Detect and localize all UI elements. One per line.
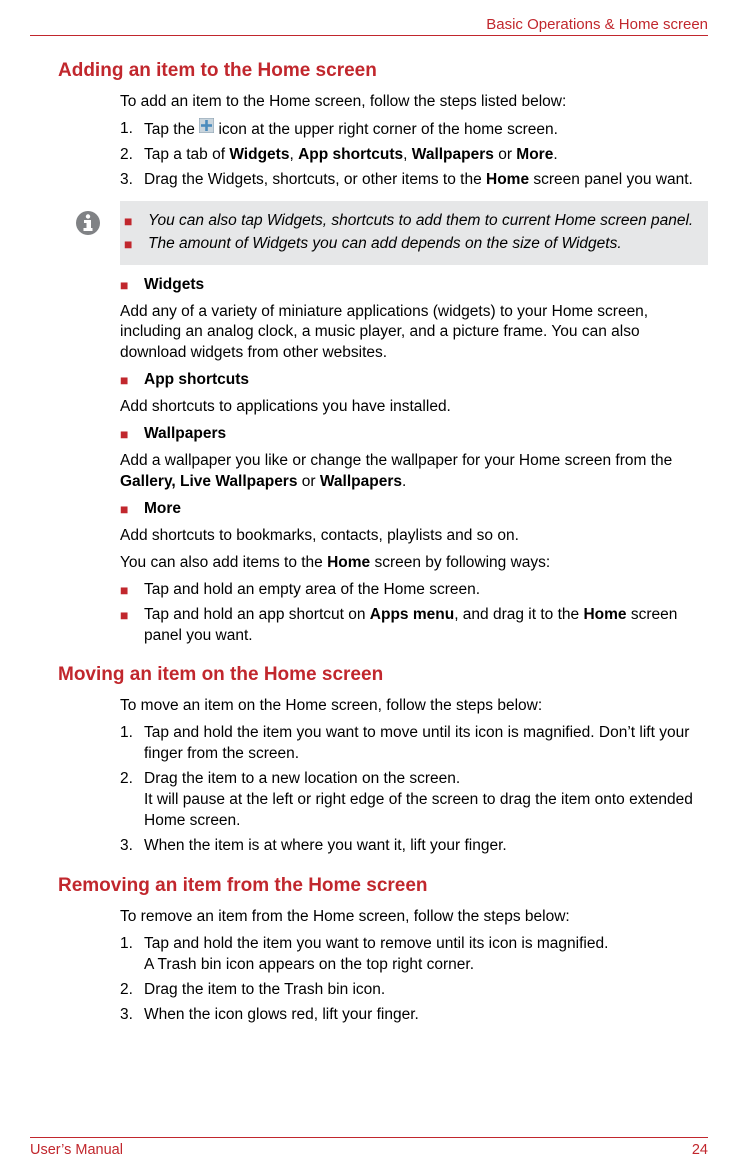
- intro-b: To move an item on the Home screen, foll…: [120, 696, 708, 717]
- square-bullet-icon: ■: [124, 234, 148, 255]
- content: Adding an item to the Home screen To add…: [30, 60, 708, 1025]
- info-icon-wrap: [56, 201, 120, 265]
- square-bullet-icon: ■: [120, 370, 144, 391]
- sub-more: ■More: [120, 499, 708, 520]
- step-a2: 2. Tap a tab of Widgets, App shortcuts, …: [120, 145, 708, 166]
- sub-widgets-p: Add any of a variety of miniature applic…: [120, 302, 708, 365]
- info-box: ■ You can also tap Widgets, shortcuts to…: [56, 201, 708, 265]
- square-bullet-icon: ■: [124, 211, 148, 232]
- square-bullet-icon: ■: [120, 580, 144, 601]
- section-removing-body: To remove an item from the Home screen, …: [58, 907, 708, 1026]
- info-body: ■ You can also tap Widgets, shortcuts to…: [120, 201, 708, 265]
- square-bullet-icon: ■: [120, 605, 144, 647]
- step-b3: 3.When the item is at where you want it,…: [120, 836, 708, 857]
- step-a3: 3. Drag the Widgets, shortcuts, or other…: [120, 170, 708, 191]
- square-bullet-icon: ■: [120, 275, 144, 296]
- step-c3: 3.When the icon glows red, lift your fin…: [120, 1005, 708, 1026]
- sub-wall: ■Wallpapers: [120, 424, 708, 445]
- chapter-header: Basic Operations & Home screen: [30, 16, 708, 36]
- square-bullet-icon: ■: [120, 424, 144, 445]
- note-1: ■ You can also tap Widgets, shortcuts to…: [124, 211, 698, 232]
- page-footer: User’s Manual 24: [30, 1137, 708, 1158]
- square-bullet-icon: ■: [120, 499, 144, 520]
- sub-apps: ■App shortcuts: [120, 370, 708, 391]
- page: Basic Operations & Home screen Adding an…: [0, 0, 738, 1172]
- sub-widgets: ■Widgets: [120, 275, 708, 296]
- footer-left: User’s Manual: [30, 1142, 123, 1158]
- step-b2: 2. Drag the item to a new location on th…: [120, 769, 708, 832]
- section-adding-subs: ■Widgets Add any of a variety of miniatu…: [58, 275, 708, 647]
- section-moving-body: To move an item on the Home screen, foll…: [58, 696, 708, 856]
- intro-c: To remove an item from the Home screen, …: [120, 907, 708, 928]
- intro-a: To add an item to the Home screen, follo…: [120, 92, 708, 113]
- steps-a: 1. Tap the icon at the upper right corne…: [120, 119, 708, 191]
- step-b1: 1.Tap and hold the item you want to move…: [120, 723, 708, 765]
- footer-page-number: 24: [692, 1142, 708, 1158]
- way-1: ■Tap and hold an empty area of the Home …: [120, 580, 708, 601]
- step-c1: 1. Tap and hold the item you want to rem…: [120, 934, 708, 976]
- ways-list: ■Tap and hold an empty area of the Home …: [120, 580, 708, 647]
- steps-c: 1. Tap and hold the item you want to rem…: [120, 934, 708, 1026]
- section-moving-title: Moving an item on the Home screen: [58, 664, 708, 686]
- info-icon: [74, 209, 102, 242]
- way-2: ■ Tap and hold an app shortcut on Apps m…: [120, 605, 708, 647]
- plus-icon: [199, 118, 214, 140]
- sub-apps-p: Add shortcuts to applications you have i…: [120, 397, 708, 418]
- section-adding-title: Adding an item to the Home screen: [58, 60, 708, 82]
- step-a1: 1. Tap the icon at the upper right corne…: [120, 119, 708, 141]
- section-adding-body: To add an item to the Home screen, follo…: [58, 92, 708, 191]
- section-removing-title: Removing an item from the Home screen: [58, 875, 708, 897]
- also-intro: You can also add items to the Home scree…: [120, 553, 708, 574]
- step-c2: 2.Drag the item to the Trash bin icon.: [120, 980, 708, 1001]
- sub-wall-p: Add a wallpaper you like or change the w…: [120, 451, 708, 493]
- sub-more-p: Add shortcuts to bookmarks, contacts, pl…: [120, 526, 708, 547]
- note-2: ■ The amount of Widgets you can add depe…: [124, 234, 698, 255]
- steps-b: 1.Tap and hold the item you want to move…: [120, 723, 708, 857]
